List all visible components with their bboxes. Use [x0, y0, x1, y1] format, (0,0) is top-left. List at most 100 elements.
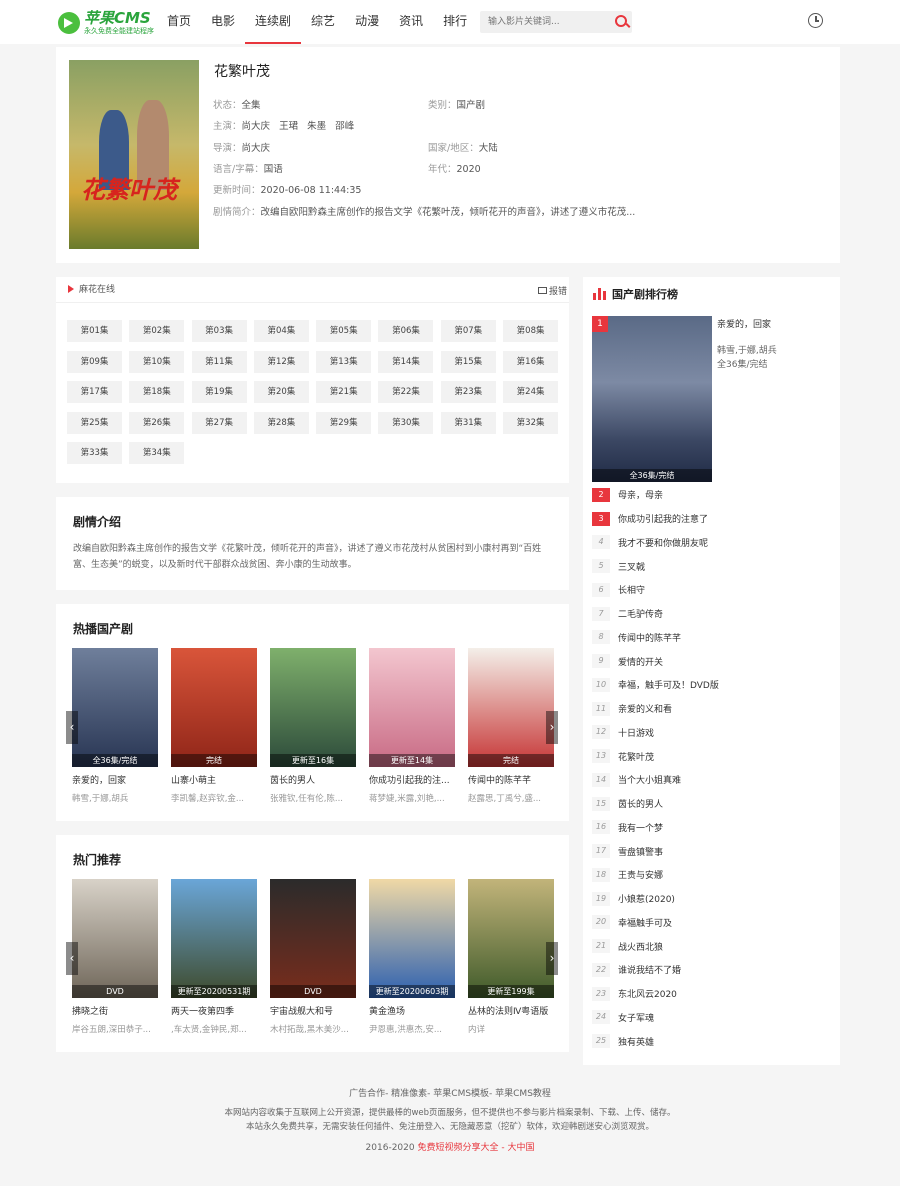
episode-button[interactable]: 第07集 — [440, 320, 496, 342]
movie-title[interactable]: 两天一夜第四季 — [171, 1004, 257, 1017]
rank-item-title[interactable]: 爱情的开关 — [618, 655, 663, 668]
footer-links[interactable]: 广告合作- 精准像素- 苹果CMS模板- 苹果CMS教程 — [0, 1086, 900, 1099]
rank-top1-title[interactable]: 亲爱的，回家 — [717, 317, 771, 330]
episode-button[interactable]: 第24集 — [503, 381, 559, 403]
rank-item[interactable]: 23 东北风云2020 — [592, 982, 832, 1006]
rank-item-title[interactable]: 幸福，触手可及！DVD版 — [618, 678, 719, 691]
rank-item-title[interactable]: 女子军魂 — [618, 1011, 654, 1024]
site-logo[interactable]: 苹果CMS 永久免费全能建站程序 — [58, 9, 154, 37]
episode-button[interactable]: 第20集 — [253, 381, 309, 403]
movie-poster[interactable]: 更新至199集 — [468, 879, 554, 998]
rank-item-title[interactable]: 十日游戏 — [618, 726, 654, 739]
rank-item[interactable]: 21 战火西北狼 — [592, 934, 832, 958]
rank-item[interactable]: 10 幸福，触手可及！DVD版 — [592, 673, 832, 697]
rank-item-title[interactable]: 二毛驴传奇 — [618, 607, 663, 620]
rank-item[interactable]: 25 独有英雄 — [592, 1029, 832, 1053]
episode-button[interactable]: 第26集 — [129, 411, 185, 434]
movie-poster[interactable]: 更新至14集 — [369, 648, 455, 767]
rank-item[interactable]: 11 亲爱的义和看 — [592, 697, 832, 721]
movie-title[interactable]: 茵长的男人 — [270, 773, 356, 786]
search-icon[interactable] — [615, 15, 627, 27]
episode-button[interactable]: 第14集 — [378, 350, 434, 373]
rank-item-title[interactable]: 亲爱的义和看 — [618, 702, 672, 715]
rank-item[interactable]: 6 长相守 — [592, 578, 832, 602]
rank-item-title[interactable]: 你成功引起我的注意了 — [618, 512, 708, 525]
rank-item[interactable]: 16 我有一个梦 — [592, 816, 832, 840]
source-tab[interactable]: 麻花在线 — [64, 277, 132, 302]
rank-item[interactable]: 24 女子军魂 — [592, 1006, 832, 1030]
rec-next-arrow[interactable]: › — [546, 942, 558, 975]
rank-item-title[interactable]: 战火西北狼 — [618, 940, 663, 953]
episode-button[interactable]: 第02集 — [129, 320, 185, 342]
rank-item-title[interactable]: 我有一个梦 — [618, 821, 663, 834]
rank-item-title[interactable]: 我才不要和你做朋友呢 — [618, 536, 708, 549]
episode-button[interactable]: 第23集 — [440, 381, 496, 403]
episode-button[interactable]: 第11集 — [191, 350, 247, 373]
movie-item[interactable]: 更新至20200603期 黄金渔场 尹恩惠,洪惠杰,安... — [369, 879, 455, 1035]
episode-button[interactable]: 第16集 — [503, 350, 559, 373]
episode-button[interactable]: 第17集 — [67, 381, 122, 403]
movie-title[interactable]: 黄金渔场 — [369, 1004, 455, 1017]
nav-news[interactable]: 资讯 — [389, 0, 433, 44]
rank-item[interactable]: 5 三叉戟 — [592, 554, 832, 578]
episode-button[interactable]: 第03集 — [191, 320, 247, 342]
movie-poster[interactable]: 全36集/完结 — [72, 648, 158, 767]
movie-poster[interactable]: 更新至20200531期 — [171, 879, 257, 998]
movie-title[interactable]: 你成功引起我的注... — [369, 773, 455, 786]
rank-item-title[interactable]: 母亲，母亲 — [618, 488, 663, 501]
movie-item[interactable]: 更新至14集 你成功引起我的注... 蒋梦婕,米露,刘艳,... — [369, 648, 455, 804]
episode-button[interactable]: 第10集 — [129, 350, 185, 373]
nav-anime[interactable]: 动漫 — [345, 0, 389, 44]
rank-item[interactable]: 7 二毛驴传奇 — [592, 602, 832, 626]
rank-item[interactable]: 3 你成功引起我的注意了 — [592, 507, 832, 531]
movie-poster[interactable]: DVD — [72, 879, 158, 998]
episode-button[interactable]: 第05集 — [316, 320, 372, 342]
search-input[interactable] — [480, 11, 605, 33]
rank-item-title[interactable]: 传闻中的陈芊芊 — [618, 631, 681, 644]
episode-button[interactable]: 第08集 — [503, 320, 559, 342]
rank-item-title[interactable]: 独有英雄 — [618, 1035, 654, 1048]
movie-title[interactable]: 山寨小萌主 — [171, 773, 257, 786]
episode-button[interactable]: 第31集 — [440, 411, 496, 434]
rank-item-title[interactable]: 三叉戟 — [618, 560, 645, 573]
episode-button[interactable]: 第15集 — [440, 350, 496, 373]
rank-item[interactable]: 4 我才不要和你做朋友呢 — [592, 531, 832, 555]
movie-item[interactable]: 更新至16集 茵长的男人 张雅钦,任有伦,陈... — [270, 648, 356, 804]
rank-item[interactable]: 20 幸福触手可及 — [592, 911, 832, 935]
movie-title[interactable]: 亲爱的，回家 — [72, 773, 158, 786]
rank-item-title[interactable]: 小娘惹(2020) — [618, 892, 675, 905]
episode-button[interactable]: 第12集 — [253, 350, 309, 373]
episode-button[interactable]: 第34集 — [129, 442, 185, 464]
rank-item-title[interactable]: 雪盘镇警事 — [618, 845, 663, 858]
episode-button[interactable]: 第32集 — [503, 411, 559, 434]
rank-item-title[interactable]: 当个大小姐真难 — [618, 773, 681, 786]
rank-item[interactable]: 19 小娘惹(2020) — [592, 887, 832, 911]
episode-button[interactable]: 第04集 — [253, 320, 309, 342]
rank-item-title[interactable]: 长相守 — [618, 583, 645, 596]
nav-movie[interactable]: 电影 — [201, 0, 245, 44]
rank-item-title[interactable]: 王贵与安娜 — [618, 868, 663, 881]
rec-prev-arrow[interactable]: ‹ — [66, 942, 78, 975]
movie-title[interactable]: 宇宙战舰大和号 — [270, 1004, 356, 1017]
episode-button[interactable]: 第18集 — [129, 381, 185, 403]
rank-item-title[interactable]: 幸福触手可及 — [618, 916, 672, 929]
episode-button[interactable]: 第29集 — [316, 411, 372, 434]
rank-item-title[interactable]: 花繁叶茂 — [618, 750, 654, 763]
hot-next-arrow[interactable]: › — [546, 711, 558, 744]
hot-prev-arrow[interactable]: ‹ — [66, 711, 78, 744]
rank-item-title[interactable]: 谁说我结不了婚 — [618, 963, 681, 976]
movie-title[interactable]: 拂晓之街 — [72, 1004, 158, 1017]
movie-item[interactable]: 更新至199集 丛林的法则Ⅳ粤语版 内详 — [468, 879, 554, 1035]
episode-button[interactable]: 第06集 — [378, 320, 434, 342]
rank-item-title[interactable]: 茵长的男人 — [618, 797, 663, 810]
movie-item[interactable]: DVD 宇宙战舰大和号 木村拓哉,黑木美沙... — [270, 879, 356, 1035]
history-clock-icon[interactable] — [808, 13, 823, 28]
movie-poster[interactable]: 完结 — [171, 648, 257, 767]
rank-item[interactable]: 14 当个大小姐真难 — [592, 768, 832, 792]
episode-button[interactable]: 第01集 — [67, 320, 122, 342]
movie-title[interactable]: 丛林的法则Ⅳ粤语版 — [468, 1004, 554, 1017]
episode-button[interactable]: 第28集 — [253, 411, 309, 434]
video-poster[interactable]: 花繁叶茂 — [69, 60, 199, 249]
nav-ranking[interactable]: 排行 — [433, 0, 477, 44]
rank-item[interactable]: 12 十日游戏 — [592, 721, 832, 745]
